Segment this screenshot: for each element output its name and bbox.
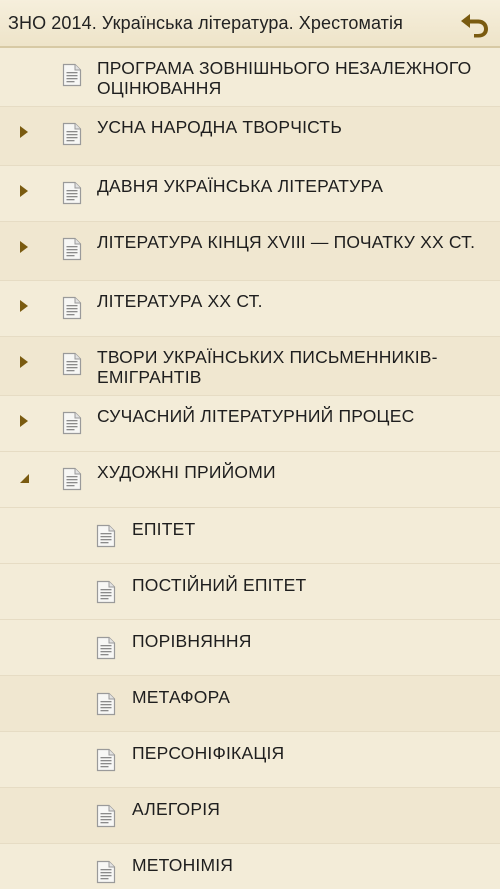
collapsed-arrow-icon[interactable] — [19, 184, 29, 198]
document-icon — [62, 122, 82, 146]
document-icon — [96, 524, 116, 548]
item-label: УСНА НАРОДНА ТВОРЧІСТЬ — [97, 117, 342, 137]
item-label: АЛЕГОРІЯ — [132, 799, 221, 819]
document-icon — [96, 580, 116, 604]
document-icon — [62, 467, 82, 491]
collapsed-arrow-icon[interactable] — [19, 125, 29, 139]
sub-list-item[interactable]: АЛЕГОРІЯ — [0, 788, 500, 844]
list-item[interactable]: ПРОГРАМА ЗОВНІШНЬОГО НЕЗАЛЕЖНОГО ОЦІНЮВА… — [0, 48, 500, 107]
sub-list-item[interactable]: МЕТОНІМІЯ — [0, 844, 500, 889]
item-label: ЛІТЕРАТУРА XX СТ. — [97, 291, 263, 311]
item-label: ДАВНЯ УКРАЇНСЬКА ЛІТЕРАТУРА — [97, 176, 384, 196]
app-title: ЗНО 2014. Українська література. Хрестом… — [8, 13, 403, 33]
document-icon — [62, 411, 82, 435]
content-list: ПРОГРАМА ЗОВНІШНЬОГО НЕЗАЛЕЖНОГО ОЦІНЮВА… — [0, 48, 500, 889]
list-item[interactable]: УСНА НАРОДНА ТВОРЧІСТЬ — [0, 107, 500, 166]
item-label: ПОРІВНЯННЯ — [132, 631, 252, 651]
document-icon — [96, 692, 116, 716]
item-label: МЕТОНІМІЯ — [132, 855, 234, 875]
list-item[interactable]: ЛІТЕРАТУРА КІНЦЯ XVIII — ПОЧАТКУ XX СТ. — [0, 222, 500, 281]
collapsed-arrow-icon[interactable] — [19, 414, 29, 428]
collapsed-arrow-icon[interactable] — [19, 355, 29, 369]
expanded-arrow-icon[interactable] — [19, 470, 29, 484]
undo-arrow-icon — [461, 14, 488, 38]
list-item[interactable]: ЛІТЕРАТУРА XX СТ. — [0, 281, 500, 337]
item-label: ПРОГРАМА ЗОВНІШНЬОГО НЕЗАЛЕЖНОГО ОЦІНЮВА… — [97, 58, 472, 98]
list-item[interactable]: СУЧАСНИЙ ЛІТЕРАТУРНИЙ ПРОЦЕС — [0, 396, 500, 452]
list-item[interactable]: ХУДОЖНІ ПРИЙОМИ — [0, 452, 500, 508]
document-icon — [62, 181, 82, 205]
collapsed-arrow-icon[interactable] — [19, 299, 29, 313]
back-button[interactable] — [456, 6, 492, 42]
item-label: МЕТАФОРА — [132, 687, 231, 707]
sub-list-item[interactable]: ПОСТІЙНИЙ ЕПІТЕТ — [0, 564, 500, 620]
document-icon — [96, 804, 116, 828]
document-icon — [96, 636, 116, 660]
item-label: ЛІТЕРАТУРА КІНЦЯ XVIII — ПОЧАТКУ XX СТ. — [97, 232, 476, 252]
list-item[interactable]: ТВОРИ УКРАЇНСЬКИХ ПИСЬМЕННИКІВ-ЕМІГРАНТІ… — [0, 337, 500, 396]
item-label: ХУДОЖНІ ПРИЙОМИ — [97, 462, 276, 482]
item-label: ПЕРСОНІФІКАЦІЯ — [132, 743, 285, 763]
list-item[interactable]: ДАВНЯ УКРАЇНСЬКА ЛІТЕРАТУРА — [0, 166, 500, 222]
collapsed-arrow-icon[interactable] — [19, 240, 29, 254]
item-label: ЕПІТЕТ — [132, 519, 196, 539]
item-label: ТВОРИ УКРАЇНСЬКИХ ПИСЬМЕННИКІВ-ЕМІГРАНТІ… — [97, 347, 438, 387]
sub-list-item[interactable]: ЕПІТЕТ — [0, 508, 500, 564]
sub-list-item[interactable]: ПЕРСОНІФІКАЦІЯ — [0, 732, 500, 788]
document-icon — [62, 296, 82, 320]
item-label: СУЧАСНИЙ ЛІТЕРАТУРНИЙ ПРОЦЕС — [97, 406, 415, 426]
app-window: ЗНО 2014. Українська література. Хрестом… — [0, 0, 500, 889]
sub-list-item[interactable]: ПОРІВНЯННЯ — [0, 620, 500, 676]
document-icon — [62, 63, 82, 87]
document-icon — [62, 237, 82, 261]
document-icon — [62, 352, 82, 376]
document-icon — [96, 860, 116, 884]
sub-list-item[interactable]: МЕТАФОРА — [0, 676, 500, 732]
title-bar: ЗНО 2014. Українська література. Хрестом… — [0, 0, 500, 48]
item-label: ПОСТІЙНИЙ ЕПІТЕТ — [132, 575, 307, 595]
document-icon — [96, 748, 116, 772]
